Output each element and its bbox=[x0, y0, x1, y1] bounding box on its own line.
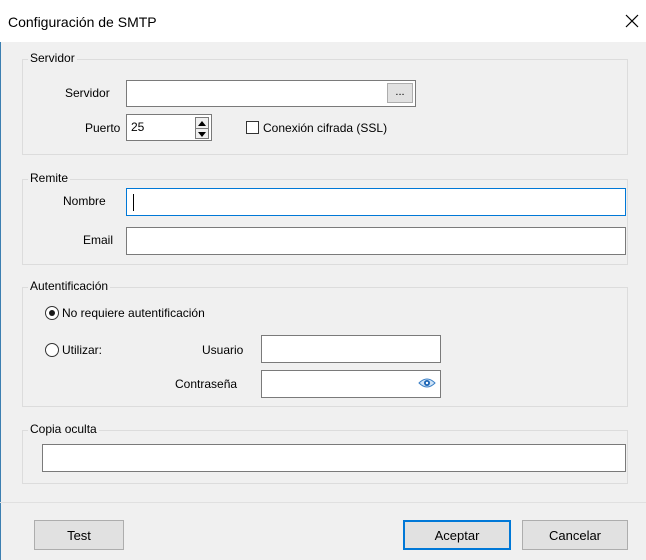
bcc-group-legend: Copia oculta bbox=[28, 422, 99, 436]
puerto-spin-buttons bbox=[195, 117, 209, 139]
servidor-group-legend: Servidor bbox=[28, 51, 77, 65]
window-border bbox=[0, 0, 1, 560]
remite-group-legend: Remite bbox=[28, 171, 71, 185]
eye-icon[interactable] bbox=[418, 377, 436, 389]
spin-up-button[interactable] bbox=[196, 118, 208, 129]
arrow-up-icon bbox=[198, 120, 206, 126]
password-label: Contraseña bbox=[175, 377, 238, 391]
test-button[interactable]: Test bbox=[34, 520, 124, 550]
radio-use-auth[interactable] bbox=[45, 343, 59, 357]
radio-selected-dot bbox=[49, 310, 55, 316]
browse-servidor-button[interactable]: ... bbox=[387, 83, 413, 103]
password-input[interactable] bbox=[261, 370, 441, 398]
ssl-label: Conexión cifrada (SSL) bbox=[263, 121, 388, 135]
no-auth-label: No requiere autentificación bbox=[62, 306, 205, 320]
puerto-label: Puerto bbox=[85, 121, 121, 135]
servidor-label: Servidor bbox=[65, 86, 110, 100]
radio-no-auth[interactable] bbox=[45, 306, 59, 320]
close-icon bbox=[625, 14, 639, 28]
nombre-input[interactable] bbox=[126, 188, 626, 216]
auth-group-legend: Autentificación bbox=[28, 279, 111, 293]
ssl-checkbox[interactable] bbox=[246, 121, 259, 134]
arrow-down-icon bbox=[198, 131, 206, 137]
close-button[interactable] bbox=[618, 6, 646, 36]
accept-button[interactable]: Aceptar bbox=[403, 520, 511, 550]
nombre-label: Nombre bbox=[63, 194, 106, 208]
email-input[interactable] bbox=[126, 227, 626, 255]
servidor-input[interactable]: ... bbox=[126, 80, 416, 107]
email-label: Email bbox=[83, 233, 114, 247]
servidor-group bbox=[22, 59, 628, 155]
title-bar: Configuración de SMTP bbox=[0, 0, 646, 42]
window-title: Configuración de SMTP bbox=[8, 14, 157, 30]
spin-down-button[interactable] bbox=[196, 129, 208, 139]
bcc-input[interactable] bbox=[42, 444, 626, 472]
usuario-input[interactable] bbox=[261, 335, 441, 363]
button-area-divider bbox=[0, 502, 646, 503]
cancel-button[interactable]: Cancelar bbox=[522, 520, 628, 550]
puerto-spinner[interactable]: 25 bbox=[126, 114, 212, 141]
use-auth-label: Utilizar: bbox=[62, 343, 103, 357]
puerto-value: 25 bbox=[131, 120, 145, 134]
text-caret bbox=[133, 194, 134, 211]
usuario-label: Usuario bbox=[202, 343, 244, 357]
smtp-config-dialog: Configuración de SMTP Servidor Servidor … bbox=[0, 0, 646, 560]
